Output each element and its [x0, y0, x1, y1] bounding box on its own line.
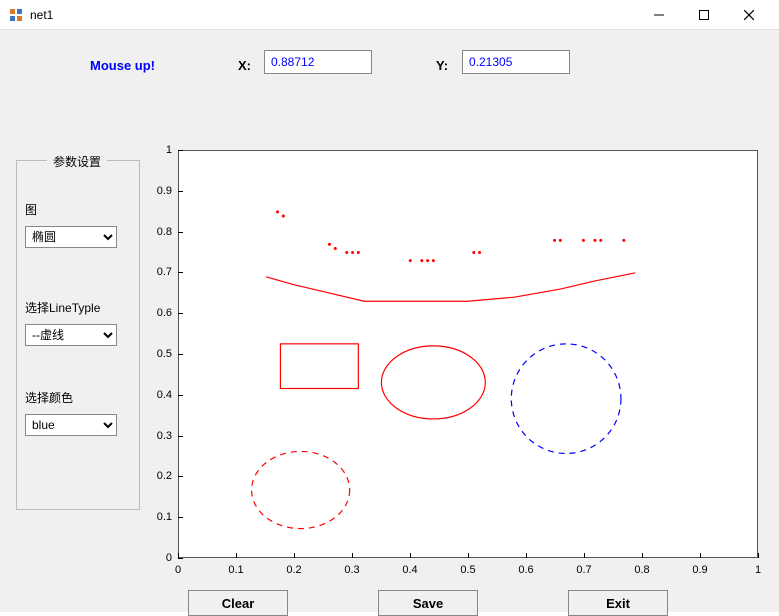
- plot-canvas: [179, 151, 757, 557]
- x-axis-ticks: 00.10.20.30.40.50.60.70.80.91: [178, 562, 758, 580]
- linetype-label: 选择LineTyple: [25, 299, 133, 316]
- settings-panel-title: 参数设置: [47, 153, 107, 170]
- color-select[interactable]: blue: [25, 414, 117, 436]
- y-value-input[interactable]: [462, 50, 570, 74]
- clear-button[interactable]: Clear: [188, 590, 288, 616]
- color-label: 选择颜色: [25, 389, 133, 406]
- shape-label: 图: [25, 201, 133, 218]
- maximize-button[interactable]: [681, 1, 726, 29]
- y-axis-ticks: 00.10.20.30.40.50.60.70.80.91: [148, 150, 176, 558]
- window-title: net1: [30, 8, 636, 22]
- exit-button[interactable]: Exit: [568, 590, 668, 616]
- x-value-input[interactable]: [264, 50, 372, 74]
- plot-area[interactable]: [178, 150, 758, 558]
- minimize-button[interactable]: [636, 1, 681, 29]
- y-label: Y:: [436, 58, 448, 73]
- shape-select[interactable]: 椭圆: [25, 226, 117, 248]
- status-message: Mouse up!: [90, 58, 155, 73]
- titlebar: net1: [0, 0, 779, 30]
- save-button[interactable]: Save: [378, 590, 478, 616]
- x-label: X:: [238, 58, 251, 73]
- close-button[interactable]: [726, 1, 771, 29]
- app-icon: [8, 7, 24, 23]
- linetype-select[interactable]: --虚线: [25, 324, 117, 346]
- settings-panel: 参数设置 图 椭圆 选择LineTyple --虚线 选择颜色 blue: [16, 160, 140, 510]
